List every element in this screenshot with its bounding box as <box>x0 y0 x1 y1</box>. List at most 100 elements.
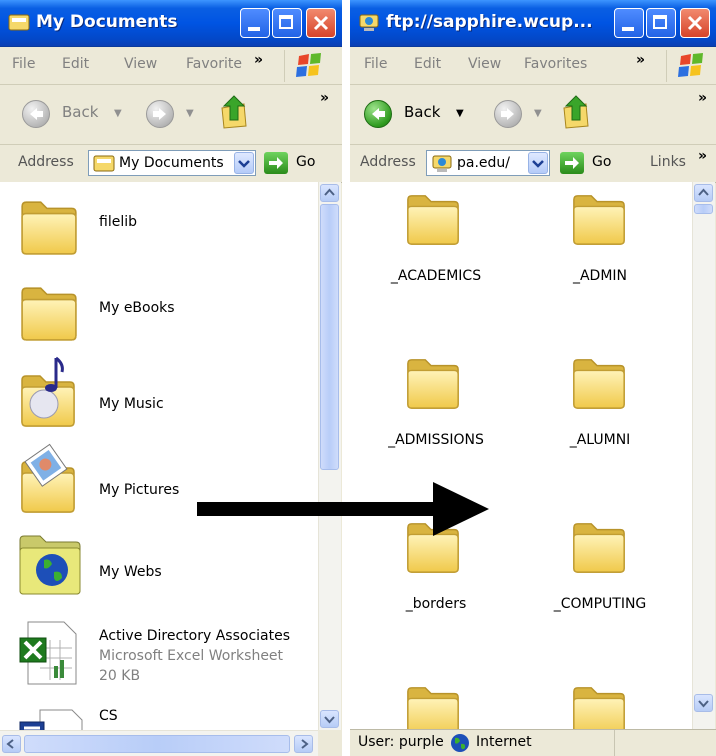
vertical-scrollbar[interactable] <box>318 182 341 730</box>
folder-icon <box>404 354 462 412</box>
scroll-down-button[interactable] <box>320 710 339 728</box>
forward-button[interactable] <box>494 100 522 128</box>
list-item[interactable]: Active Directory Associates Microsoft Ex… <box>18 620 290 690</box>
list-item[interactable]: My eBooks <box>18 284 175 346</box>
ftp-window: ftp://sapphire.wcup... File Edit View Fa… <box>350 0 716 756</box>
folder-icon <box>570 518 628 576</box>
folder-icon <box>404 190 462 248</box>
menu-edit[interactable]: Edit <box>414 56 441 72</box>
title-bar[interactable]: ftp://sapphire.wcup... <box>350 0 716 47</box>
forward-dropdown-icon[interactable]: ▼ <box>534 108 542 119</box>
go-button[interactable] <box>560 152 584 174</box>
go-button[interactable] <box>264 152 288 174</box>
close-icon <box>313 15 329 31</box>
forward-arrow-icon <box>153 108 166 120</box>
chevron-down-icon <box>238 160 250 168</box>
folder-icon <box>18 198 80 256</box>
list-item[interactable]: _ACADEMICS <box>391 190 496 290</box>
minimize-button[interactable] <box>240 8 270 38</box>
resize-grip[interactable] <box>318 730 342 756</box>
list-item[interactable]: _ADMISSIONS <box>388 354 496 454</box>
navigation-toolbar: Back ▼ ▼ » <box>0 84 342 145</box>
chevron-icon[interactable]: » <box>636 52 645 68</box>
address-dropdown-button[interactable] <box>528 152 548 174</box>
forward-dropdown-icon[interactable]: ▼ <box>186 108 194 119</box>
back-dropdown-icon[interactable]: ▼ <box>456 108 464 119</box>
list-item[interactable]: _ADMIN <box>562 190 662 290</box>
chevron-icon[interactable]: » <box>254 52 263 68</box>
window-title: ftp://sapphire.wcup... <box>386 12 593 32</box>
folder-icon <box>8 14 30 31</box>
list-item[interactable]: _COMPUTING <box>554 518 662 618</box>
scroll-left-button[interactable] <box>2 735 21 753</box>
status-zone: Internet <box>476 734 532 750</box>
music-folder-icon <box>21 356 75 427</box>
menu-favorites[interactable]: Favorite <box>186 56 242 72</box>
list-item[interactable] <box>562 682 662 730</box>
address-label: Address <box>18 154 74 170</box>
folder-icon <box>570 682 628 730</box>
go-label[interactable]: Go <box>592 154 611 170</box>
menu-file[interactable]: File <box>12 56 35 72</box>
horizontal-scrollbar[interactable] <box>0 730 318 756</box>
up-folder-icon[interactable] <box>560 94 592 130</box>
close-button[interactable] <box>306 8 336 38</box>
menu-favorites[interactable]: Favorites <box>524 56 587 72</box>
address-dropdown-button[interactable] <box>234 152 254 174</box>
up-folder-icon[interactable] <box>218 94 250 130</box>
toolbar-chevron-icon[interactable]: » <box>320 90 329 106</box>
scroll-thumb[interactable] <box>320 204 339 470</box>
chevron-down-icon <box>698 700 709 708</box>
list-item[interactable]: My Pictures <box>18 440 179 520</box>
windows-logo-icon <box>284 50 329 82</box>
scroll-right-button[interactable] <box>294 735 313 753</box>
links-label[interactable]: Links <box>650 154 686 170</box>
minimize-button[interactable] <box>614 8 644 38</box>
maximize-button[interactable] <box>272 8 302 38</box>
folder-icon <box>18 284 80 342</box>
address-field[interactable]: pa.edu/ <box>426 150 550 176</box>
scroll-down-button[interactable] <box>694 694 713 712</box>
toolbar-chevron-icon[interactable]: » <box>698 90 707 106</box>
navigation-toolbar: Back ▼ ▼ » <box>350 84 716 145</box>
internet-globe-icon <box>451 734 469 752</box>
scroll-up-button[interactable] <box>320 184 339 202</box>
menu-edit[interactable]: Edit <box>62 56 89 72</box>
menu-view[interactable]: View <box>124 56 157 72</box>
title-bar[interactable]: My Documents <box>0 0 342 47</box>
pictures-folder-icon <box>21 443 75 513</box>
list-item[interactable] <box>396 682 496 730</box>
go-arrow-icon <box>565 157 579 169</box>
list-item[interactable]: _ALUMNI <box>562 354 662 454</box>
address-bar: Address My Documents Go <box>0 144 342 183</box>
vertical-scrollbar[interactable] <box>692 182 715 730</box>
close-button[interactable] <box>680 8 710 38</box>
back-dropdown-icon[interactable]: ▼ <box>114 108 122 119</box>
chevron-right-icon <box>301 739 309 749</box>
back-button[interactable] <box>22 100 50 128</box>
links-chevron-icon[interactable]: » <box>698 148 707 164</box>
list-item[interactable]: My Music <box>18 354 164 434</box>
menu-bar: File Edit View Favorite » <box>0 46 342 85</box>
drag-arrow-icon <box>197 482 489 536</box>
list-item[interactable]: My Webs <box>18 530 162 600</box>
back-label[interactable]: Back <box>62 103 98 121</box>
chevron-down-icon <box>532 160 544 168</box>
address-value: My Documents <box>119 155 224 171</box>
go-label[interactable]: Go <box>296 154 315 170</box>
back-label[interactable]: Back <box>404 103 440 121</box>
scroll-thumb[interactable] <box>24 735 290 753</box>
list-item[interactable]: filelib <box>18 198 137 260</box>
menu-view[interactable]: View <box>468 56 501 72</box>
forward-button[interactable] <box>146 100 174 128</box>
close-icon <box>687 15 703 31</box>
scroll-thumb[interactable] <box>694 204 713 214</box>
menu-bar: File Edit View Favorites » <box>350 46 716 85</box>
maximize-button[interactable] <box>646 8 676 38</box>
scroll-up-button[interactable] <box>694 184 713 202</box>
address-field[interactable]: My Documents <box>88 150 256 176</box>
back-arrow-icon <box>30 108 43 120</box>
windows-logo-icon <box>666 50 711 82</box>
menu-file[interactable]: File <box>364 56 387 72</box>
back-button[interactable] <box>364 100 392 128</box>
